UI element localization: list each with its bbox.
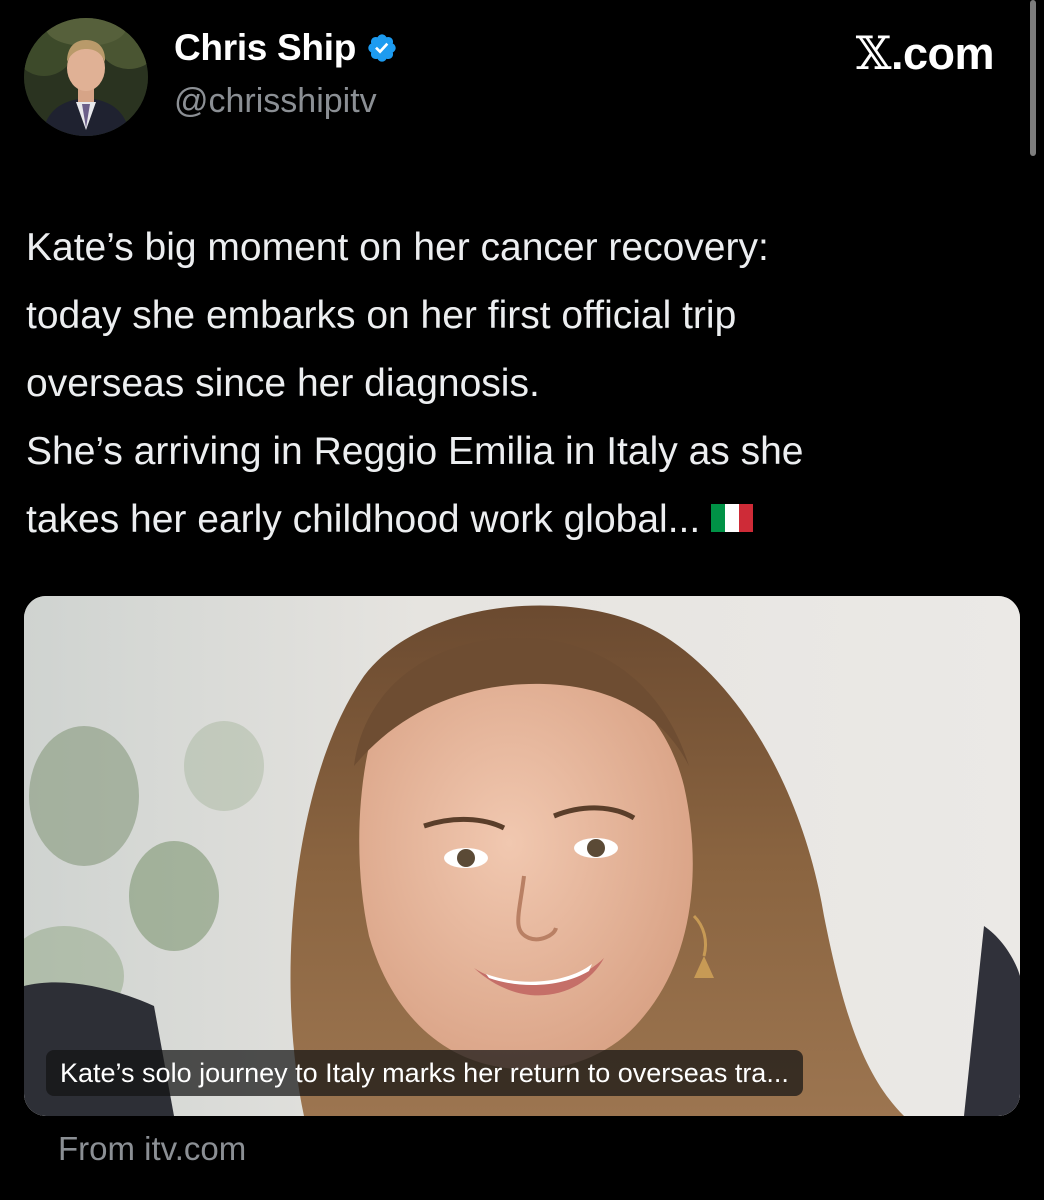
x-com-logo: 𝕏.com bbox=[855, 26, 995, 80]
italy-flag-icon bbox=[711, 503, 754, 532]
x-logo-glyph: 𝕏 bbox=[855, 26, 892, 80]
author-name[interactable]: Chris Ship bbox=[174, 27, 356, 69]
link-card-image[interactable] bbox=[24, 596, 1020, 1116]
tweet-line-text: takes her early childhood work global... bbox=[26, 498, 701, 541]
scrollbar[interactable] bbox=[1030, 0, 1036, 156]
tweet-line: overseas since her diagnosis. bbox=[26, 362, 540, 405]
link-source[interactable]: From itv.com bbox=[58, 1130, 246, 1168]
x-logo-suffix: .com bbox=[890, 28, 995, 79]
author-handle[interactable]: @chrisshipitv bbox=[174, 82, 377, 121]
avatar-photo bbox=[24, 18, 148, 136]
author-name-row: Chris Ship bbox=[174, 26, 398, 70]
portrait-photo bbox=[24, 596, 1020, 1116]
avatar[interactable] bbox=[24, 18, 148, 136]
tweet-line: today she embarks on her first official … bbox=[26, 294, 737, 337]
link-card-caption[interactable]: Kate’s solo journey to Italy marks her r… bbox=[46, 1050, 803, 1096]
tweet-text: Kate’s big moment on her cancer recovery… bbox=[26, 214, 1016, 554]
tweet-line: Kate’s big moment on her cancer recovery… bbox=[26, 226, 769, 269]
verified-badge-icon bbox=[368, 34, 396, 62]
tweet-line: She’s arriving in Reggio Emilia in Italy… bbox=[26, 430, 804, 473]
tweet-line-last: takes her early childhood work global... bbox=[26, 486, 1016, 554]
